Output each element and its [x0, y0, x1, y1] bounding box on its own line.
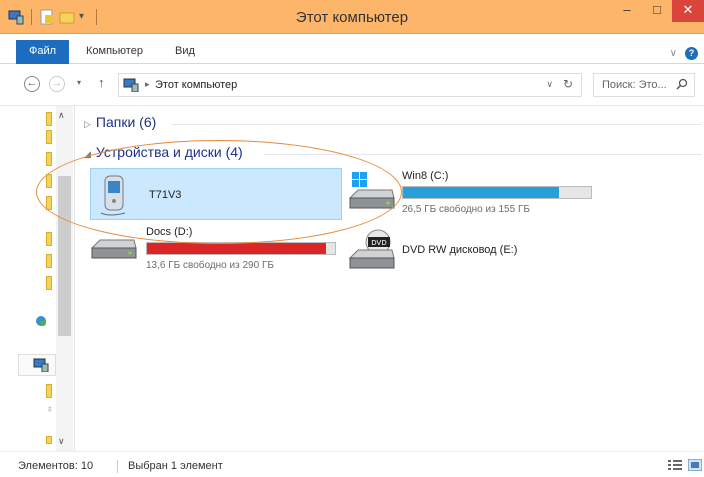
status-bar: Элементов: 10 Выбран 1 элемент: [0, 451, 704, 477]
computer-icon: [123, 78, 139, 93]
close-button[interactable]: ✕: [672, 0, 704, 22]
group-divider: [172, 124, 702, 125]
address-bar[interactable]: ▸ Этот компьютер ∨ ↻: [118, 73, 582, 97]
status-divider: [117, 460, 118, 473]
svg-text:DVD: DVD: [371, 239, 386, 247]
ribbon: Файл Компьютер Вид ∨ ?: [0, 34, 704, 64]
drive-usage-bar: [146, 242, 336, 255]
group-header-folders[interactable]: ▷ Папки (6): [84, 114, 156, 130]
drive-usage-fill: [147, 243, 326, 254]
details-view-icon[interactable]: [668, 459, 682, 471]
search-input[interactable]: Поиск: Это...: [593, 73, 695, 97]
breadcrumb[interactable]: Этот компьютер: [155, 79, 237, 91]
selection-status: Выбран 1 элемент: [128, 460, 223, 472]
folder-icon[interactable]: [46, 384, 52, 398]
folder-icon[interactable]: [46, 254, 52, 268]
dvd-drive-icon: DVD: [348, 228, 396, 275]
tab-file[interactable]: Файл: [16, 40, 69, 64]
tab-computer[interactable]: Компьютер: [86, 40, 143, 64]
up-button[interactable]: ↑: [98, 75, 105, 90]
folder-icon[interactable]: [46, 152, 52, 166]
group-label: Папки (6): [95, 114, 157, 130]
drive-icon: [90, 236, 138, 269]
network-icon[interactable]: [34, 314, 48, 331]
search-placeholder: Поиск: Это...: [602, 79, 667, 91]
large-icons-view-icon[interactable]: [687, 458, 703, 472]
back-button[interactable]: ←: [24, 76, 40, 92]
drive-name: DVD RW дисковод (E:): [402, 244, 518, 256]
folder-icon[interactable]: [46, 276, 52, 290]
drive-free-space: 13,6 ГБ свободно из 290 ГБ: [146, 260, 274, 271]
folder-icon[interactable]: [46, 112, 52, 126]
recent-locations-icon[interactable]: ▾: [77, 78, 81, 87]
expand-icon[interactable]: ▷: [84, 119, 91, 129]
scroll-up-icon[interactable]: ∧: [58, 110, 65, 121]
drive-name: Win8 (C:): [402, 170, 449, 182]
drive-usage-bar: [402, 186, 592, 199]
address-row: ← → ▾ ↑ ▸ Этот компьютер ∨ ↻ Поиск: Это.…: [0, 64, 704, 106]
search-icon: [676, 78, 688, 90]
breadcrumb-separator-icon[interactable]: ▸: [145, 79, 150, 90]
folder-icon[interactable]: [46, 130, 52, 144]
nav-item-this-pc[interactable]: [18, 354, 56, 376]
drive-e[interactable]: DVD DVD RW дисковод (E:): [348, 224, 608, 274]
minimize-button[interactable]: –: [612, 0, 642, 22]
expand-ribbon-icon[interactable]: ∨: [670, 48, 677, 59]
drive-usage-fill: [403, 187, 560, 198]
folder-icon[interactable]: [46, 232, 52, 246]
drive-free-space: 26,5 ГБ свободно из 155 ГБ: [402, 204, 530, 215]
highlight-ellipse: [36, 140, 402, 244]
maximize-button[interactable]: □: [642, 0, 672, 22]
address-dropdown-icon[interactable]: ∨: [546, 79, 553, 90]
forward-button[interactable]: →: [49, 76, 65, 92]
refresh-icon[interactable]: ↻: [563, 77, 573, 91]
file-list: ▷ Папки (6) ◢ Устройства и диски (4) T71V3: [36, 106, 704, 451]
scroll-down-icon[interactable]: ∨: [58, 436, 65, 447]
tab-view[interactable]: Вид: [175, 40, 195, 64]
window-title: Этот компьютер: [295, 9, 409, 26]
computer-icon: [33, 358, 49, 375]
folder-icon[interactable]: [46, 436, 52, 444]
help-icon[interactable]: ?: [685, 47, 698, 60]
homegroup-icon[interactable]: ♁: [46, 404, 54, 415]
item-count: Элементов: 10: [18, 460, 94, 472]
navigation-pane: ∧ ∨ ♁: [0, 106, 75, 451]
title-bar: ▾ Этот компьютер – □ ✕: [0, 0, 704, 34]
